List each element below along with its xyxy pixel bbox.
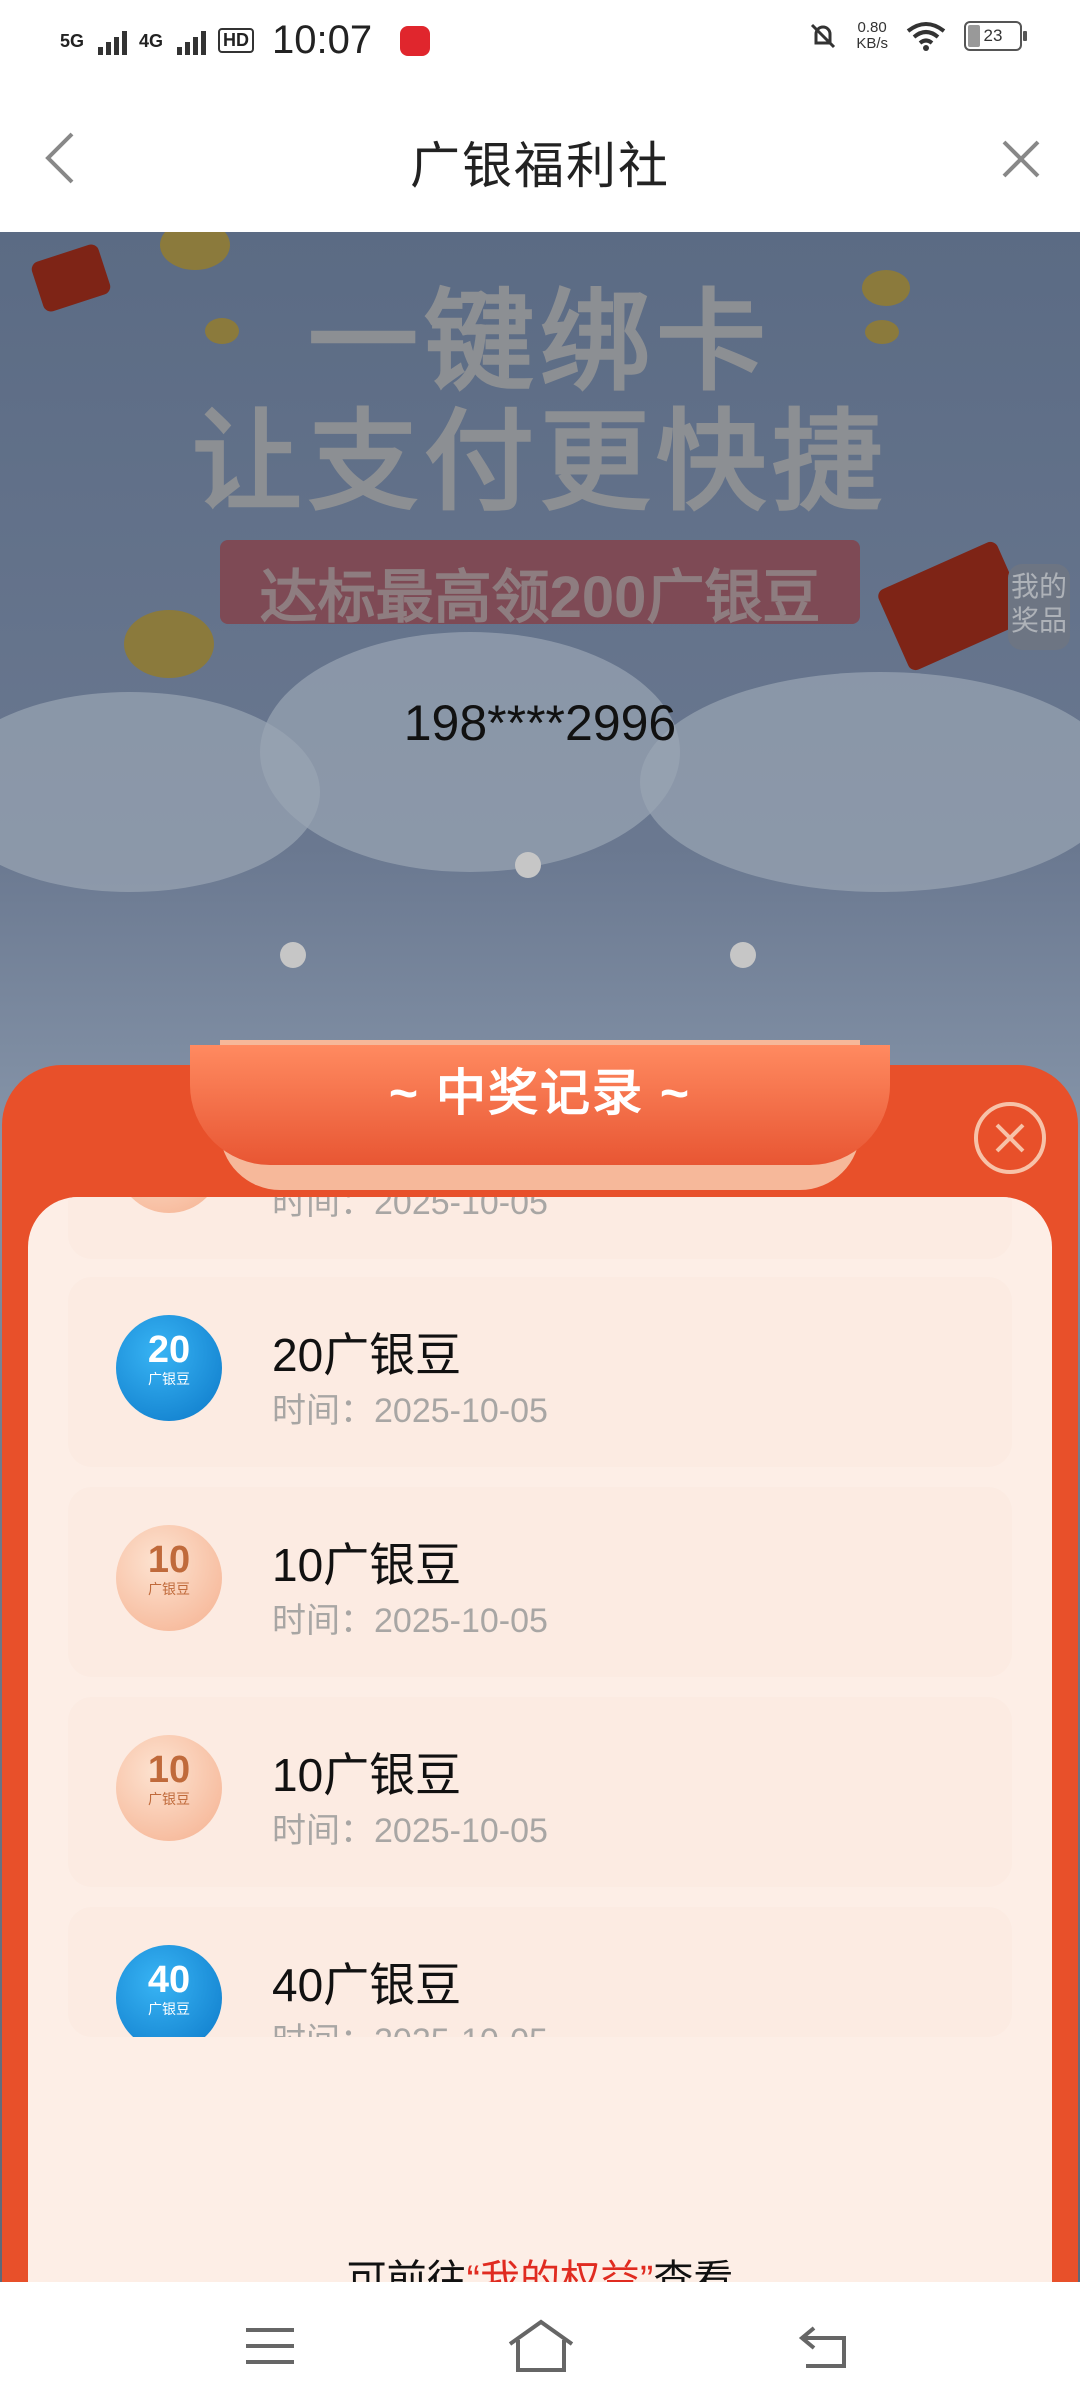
record-time: 时间：2025-10-05	[272, 1812, 548, 1850]
home-icon[interactable]	[506, 2318, 576, 2374]
wifi-icon	[906, 22, 946, 51]
modal-close-icon[interactable]	[972, 1100, 1048, 1176]
close-icon[interactable]	[998, 136, 1044, 182]
menu-icon[interactable]	[244, 2324, 296, 2368]
prize-badge: 20 广银豆	[116, 1315, 222, 1421]
signal-icon	[98, 27, 128, 55]
record-time: 时间：2025-10-05	[272, 1602, 548, 1640]
prize-name: 10广银豆	[272, 1749, 462, 1801]
record-item: 10 广银豆 10广银豆 时间：2025-10-05	[68, 1697, 1012, 1887]
app-notification-icon	[400, 25, 431, 56]
win-record-modal: ~ 中奖记录 ~ 时间：2025-10-05 20 广银豆 20广银豆 时间：2…	[0, 1040, 1080, 2297]
record-list-panel: 时间：2025-10-05 20 广银豆 20广银豆 时间：2025-10-05…	[28, 1197, 1052, 2297]
promo-headline-2: 让支付更快捷	[192, 401, 888, 524]
prize-badge: 40 广银豆	[116, 1945, 222, 2037]
mute-bell-icon	[811, 23, 836, 49]
modal-title: ~ 中奖记录 ~	[388, 1065, 692, 1121]
record-time: 时间：2025-10-05	[272, 2013, 548, 2037]
my-prizes-button[interactable]: 我的奖品	[1008, 564, 1070, 650]
record-item: 时间：2025-10-05	[68, 1197, 1012, 1259]
modal-title-ribbon: ~ 中奖记录 ~	[190, 1045, 890, 1165]
network-4g-label: 4G	[139, 30, 164, 51]
record-time: 时间：2025-10-05	[272, 1197, 548, 1222]
title-bar: 广银福利社	[0, 80, 1080, 232]
record-time: 时间：2025-10-05	[272, 1392, 548, 1430]
system-nav-bar	[0, 2282, 1080, 2408]
record-item: 40 广银豆 40广银豆 时间：2025-10-05	[68, 1907, 1012, 2037]
prize-badge: 10 广银豆	[116, 1525, 222, 1631]
record-list: 时间：2025-10-05 20 广银豆 20广银豆 时间：2025-10-05…	[28, 1197, 1052, 2297]
net-speed: 0.80 KB/s	[856, 19, 888, 52]
prize-badge: 10 广银豆	[116, 1735, 222, 1841]
prize-name: 40广银豆	[272, 1959, 462, 2011]
prize-badge	[116, 1197, 222, 1213]
record-item: 10 广银豆 10广银豆 时间：2025-10-05	[68, 1487, 1012, 1677]
page-title: 广银福利社	[410, 138, 670, 194]
battery-icon: 23	[964, 21, 1027, 51]
prize-name: 10广银豆	[272, 1539, 462, 1591]
status-bar: 5G 4G HD 10:07 0.80 KB/s 23	[0, 0, 1080, 80]
hd-voice-icon: HD	[218, 28, 255, 53]
record-item: 20 广银豆 20广银豆 时间：2025-10-05	[68, 1277, 1012, 1467]
network-5g-label: 5G	[60, 30, 85, 51]
signal-icon-2	[177, 27, 207, 55]
promo-subheadline: 达标最高领200广银豆	[259, 565, 821, 630]
user-phone: 198****2996	[403, 695, 677, 751]
prize-name: 20广银豆	[272, 1329, 462, 1381]
clock: 10:07	[272, 18, 373, 62]
back-icon[interactable]	[796, 2322, 852, 2370]
